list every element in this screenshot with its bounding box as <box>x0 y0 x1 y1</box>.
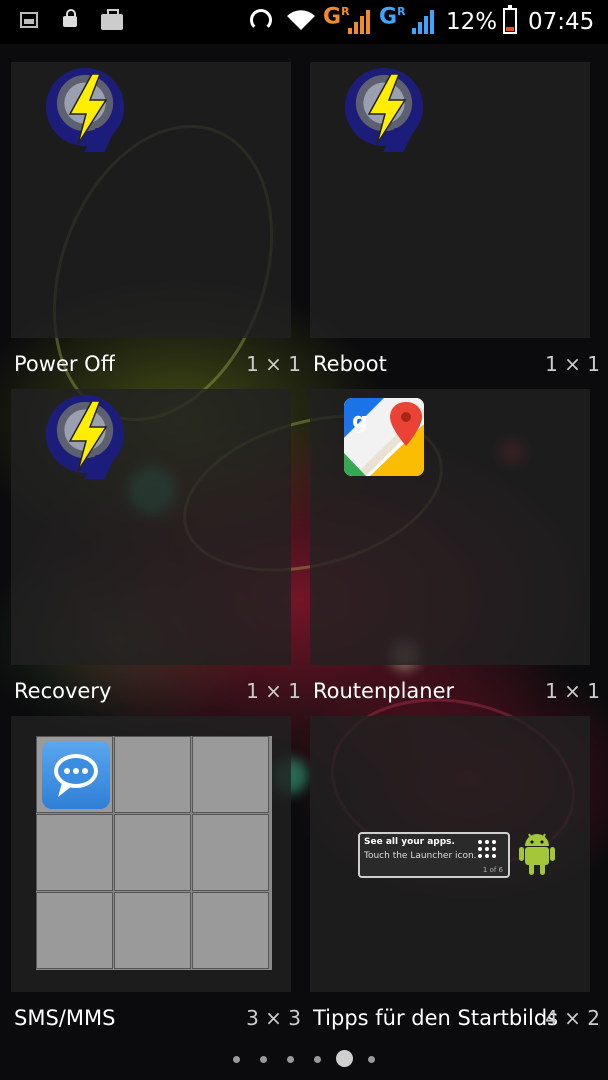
page-dot[interactable] <box>233 1056 240 1063</box>
flash-icon <box>345 68 425 152</box>
briefcase-icon <box>101 9 123 30</box>
widget-name: Tipps für den Startbildschirm <box>313 1006 558 1030</box>
network-type-2: GR <box>379 4 406 30</box>
google-maps-icon: g <box>344 398 424 476</box>
headset-icon <box>250 9 272 31</box>
widget-name: Reboot <box>313 352 387 376</box>
widget-size: 1 × 1 <box>545 352 600 376</box>
widget-label-row: Routenplaner 1 × 1 <box>310 671 600 711</box>
page-dot[interactable] <box>368 1056 375 1063</box>
flash-icon <box>46 68 126 152</box>
widget-label-row: Recovery 1 × 1 <box>11 671 301 711</box>
widget-label-row: Power Off 1 × 1 <box>11 344 301 384</box>
battery-percent: 12% <box>446 9 498 35</box>
flash-icon <box>46 395 126 479</box>
widget-name: SMS/MMS <box>14 1006 116 1030</box>
widget-label-row: Tipps für den Startbildschirm 4 × 2 <box>310 998 600 1038</box>
page-dot[interactable] <box>287 1056 294 1063</box>
widget-size: 1 × 1 <box>246 352 301 376</box>
tip-line-1: See all your apps. <box>364 837 455 847</box>
widget-size: 1 × 1 <box>545 679 600 703</box>
widget-size: 1 × 1 <box>246 679 301 703</box>
widget-size: 3 × 3 <box>246 1006 301 1030</box>
clock: 07:45 <box>528 9 595 35</box>
launcher-grid-icon <box>478 840 498 860</box>
signal-strength-2-icon <box>412 10 434 34</box>
sms-icon <box>42 741 110 809</box>
android-icon <box>518 830 556 876</box>
page-dot-active[interactable] <box>336 1050 353 1067</box>
tip-page: 1 of 6 <box>482 866 503 874</box>
tip-bubble: See all your apps. Touch the Launcher ic… <box>358 832 510 878</box>
widget-name: Routenplaner <box>313 679 455 703</box>
signal-strength-1-icon <box>348 10 370 34</box>
page-dot[interactable] <box>260 1056 267 1063</box>
widget-size: 4 × 2 <box>545 1006 600 1030</box>
page-indicator <box>0 1046 608 1074</box>
lock-icon <box>63 9 77 27</box>
tip-line-2: Touch the Launcher icon. <box>364 851 477 861</box>
widget-label-row: SMS/MMS 3 × 3 <box>11 998 301 1038</box>
widget-name: Recovery <box>14 679 112 703</box>
widget-label-row: Reboot 1 × 1 <box>310 344 600 384</box>
svg-text:g: g <box>352 409 368 434</box>
battery-icon <box>503 5 517 34</box>
network-type-1: GR <box>323 4 350 30</box>
wifi-icon <box>286 8 316 37</box>
page-dot[interactable] <box>314 1056 321 1063</box>
widget-name: Power Off <box>14 352 116 376</box>
gallery-icon <box>20 12 38 28</box>
status-bar: GR GR 12% 07:45 <box>0 0 608 44</box>
